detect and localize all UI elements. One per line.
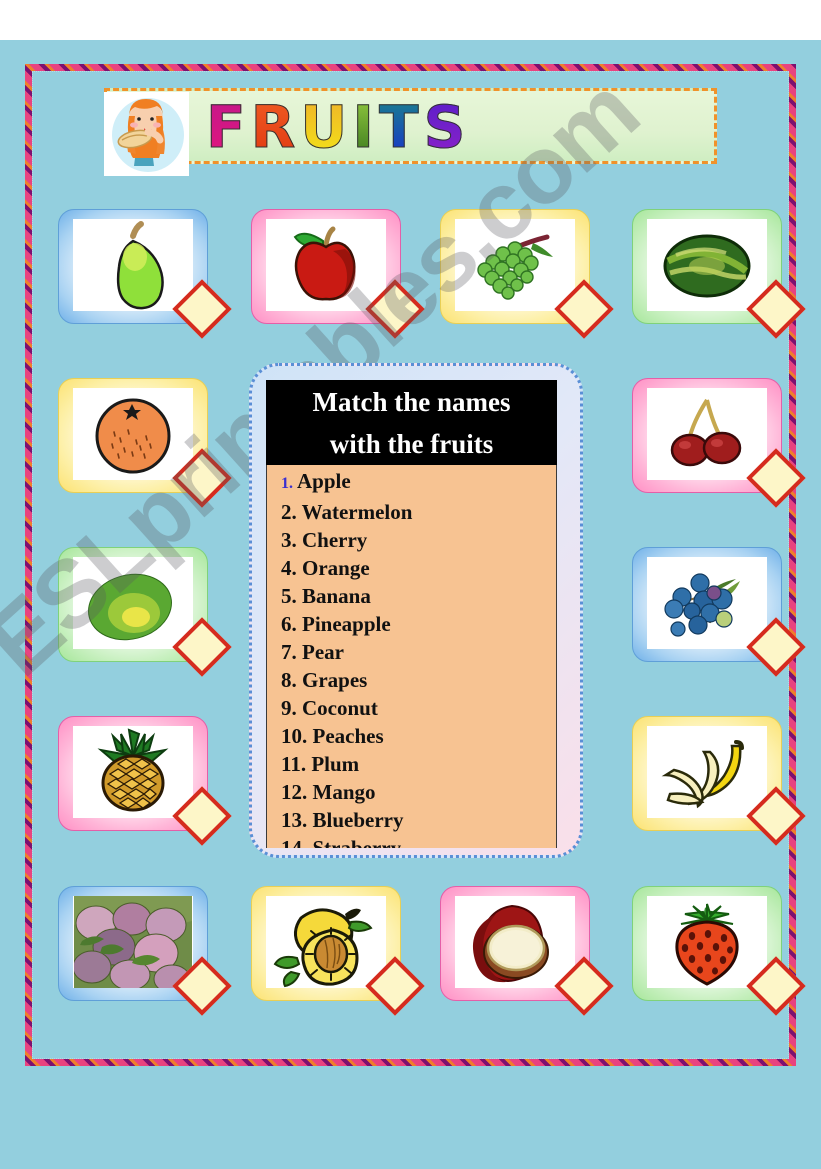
fruit-name-label: Peaches xyxy=(312,724,384,748)
fruit-name-number: 14. xyxy=(281,836,313,848)
fruit-name-item: 11. Plum xyxy=(281,750,556,778)
fruit-name-number: 3. xyxy=(281,528,302,552)
fruit-name-number: 13. xyxy=(281,808,313,832)
banana-image xyxy=(647,726,767,818)
fruit-name-label: Straberry xyxy=(312,836,402,848)
fruit-name-label: Mango xyxy=(312,780,376,804)
fruit-name-number: 7. xyxy=(281,640,302,664)
fruit-name-number: 11. xyxy=(281,752,312,776)
fruit-name-item: 13. Blueberry xyxy=(281,806,556,834)
fruit-name-item: 9. Coconut xyxy=(281,694,556,722)
fruit-card-grapes[interactable] xyxy=(440,209,614,339)
instruction-heading-line1: Match the names xyxy=(312,387,511,417)
title-letter-i: I xyxy=(352,93,375,161)
fruit-name-number: 9. xyxy=(281,696,302,720)
fruit-name-item: 2. Watermelon xyxy=(281,498,556,526)
fruit-name-label: Watermelon xyxy=(301,500,413,524)
pineapple-image xyxy=(73,726,193,818)
coconut-image xyxy=(455,896,575,988)
fruit-name-number: 1. xyxy=(281,475,297,492)
apple-image xyxy=(266,219,386,311)
title-letter-u: U xyxy=(300,93,349,161)
blueberry-image xyxy=(647,557,767,649)
fruit-name-number: 8. xyxy=(281,668,302,692)
strawberry-image xyxy=(647,896,767,988)
fruit-name-item: 14. Straberry xyxy=(281,834,556,848)
fruit-name-label: Cherry xyxy=(302,528,368,552)
fruit-name-item: 10. Peaches xyxy=(281,722,556,750)
fruit-card-apple[interactable] xyxy=(251,209,425,339)
fruit-card-mango[interactable] xyxy=(58,547,232,677)
fruit-name-number: 10. xyxy=(281,724,313,748)
fruit-name-label: Orange xyxy=(302,556,370,580)
instruction-heading: Match the names with the fruits xyxy=(266,380,557,465)
fruit-name-item: 8. Grapes xyxy=(281,666,556,694)
pear-image xyxy=(73,219,193,311)
fruit-card-orange[interactable] xyxy=(58,378,232,508)
fruit-card-pear[interactable] xyxy=(58,209,232,339)
fruit-name-item: 6. Pineapple xyxy=(281,610,556,638)
worksheet-page: F R U I T S Match the names with the fru… xyxy=(0,0,821,1169)
plum-image xyxy=(73,896,193,988)
fruit-name-item: 4. Orange xyxy=(281,554,556,582)
fruit-name-number: 2. xyxy=(281,500,302,524)
title-letter-f: F xyxy=(206,93,247,161)
fruit-card-coconut[interactable] xyxy=(440,886,614,1016)
fruit-card-banana[interactable] xyxy=(632,716,806,846)
mango-image xyxy=(73,557,193,649)
fruit-name-item: 1. Apple xyxy=(281,467,556,498)
fruit-card-plum[interactable] xyxy=(58,886,232,1016)
fruit-name-label: Banana xyxy=(302,584,371,608)
girl-with-bread-icon xyxy=(104,92,189,176)
fruit-card-strawberry[interactable] xyxy=(632,886,806,1016)
title-letters: F R U I T S xyxy=(206,92,666,162)
fruit-name-number: 5. xyxy=(281,584,302,608)
fruit-card-blueberry[interactable] xyxy=(632,547,806,677)
fruit-name-label: Blueberry xyxy=(312,808,404,832)
fruit-name-item: 3. Cherry xyxy=(281,526,556,554)
fruit-name-item: 7. Pear xyxy=(281,638,556,666)
watermelon-image xyxy=(647,219,767,311)
fruit-name-list: 1. Apple 2. Watermelon 3. Cherry 4. Orange 5… xyxy=(266,465,557,848)
peaches-image xyxy=(266,896,386,988)
cherry-image xyxy=(647,388,767,480)
fruit-name-item: 12. Mango xyxy=(281,778,556,806)
fruit-name-label: Apple xyxy=(297,469,351,493)
title-letter-s: S xyxy=(423,93,467,161)
fruit-name-label: Coconut xyxy=(302,696,378,720)
fruit-card-watermelon[interactable] xyxy=(632,209,806,339)
fruit-name-item: 5. Banana xyxy=(281,582,556,610)
fruit-name-number: 12. xyxy=(281,780,313,804)
fruit-name-number: 4. xyxy=(281,556,302,580)
fruit-name-label: Pineapple xyxy=(302,612,391,636)
orange-image xyxy=(73,388,193,480)
grapes-image xyxy=(455,219,575,311)
fruit-card-cherry[interactable] xyxy=(632,378,806,508)
fruit-card-pineapple[interactable] xyxy=(58,716,232,846)
fruit-name-number: 6. xyxy=(281,612,302,636)
title-letter-r: R xyxy=(250,93,297,161)
fruit-name-label: Pear xyxy=(302,640,344,664)
fruit-name-label: Grapes xyxy=(302,668,368,692)
fruit-name-label: Plum xyxy=(311,752,360,776)
fruit-card-peaches[interactable] xyxy=(251,886,425,1016)
title-letter-t: T xyxy=(379,93,420,161)
instruction-heading-line2: with the fruits xyxy=(329,429,494,459)
